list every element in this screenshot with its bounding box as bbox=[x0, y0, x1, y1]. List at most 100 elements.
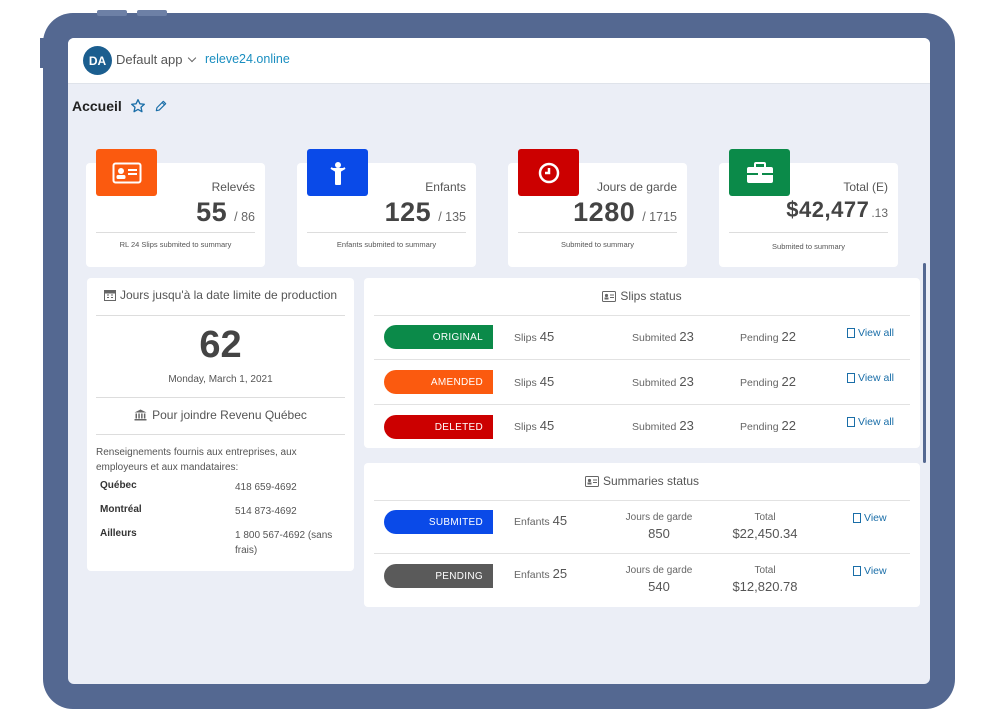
enfants-label: Enfants bbox=[514, 516, 550, 528]
stat-number: 55 bbox=[196, 197, 228, 227]
stat-value: 1280 / 1715 bbox=[573, 197, 677, 228]
contact-phone[interactable]: 514 873-4692 bbox=[235, 504, 345, 519]
deadline-heading: Jours jusqu'à la date limite de producti… bbox=[87, 288, 354, 302]
slips-status-card: Slips status ORIGINAL Slips 45 Submited 23… bbox=[364, 278, 920, 448]
summaries-heading-text: Summaries status bbox=[602, 474, 700, 488]
deadline-card: Jours jusqu'à la date limite de producti… bbox=[87, 278, 354, 571]
jours-value: 540 bbox=[648, 579, 670, 594]
view-all-label: View all bbox=[858, 372, 894, 384]
stat-total: / 86 bbox=[234, 210, 255, 224]
summaries-heading: Summaries status bbox=[364, 474, 920, 488]
contact-phone[interactable]: 1 800 567-4692 (sans frais) bbox=[235, 528, 345, 558]
submited-label: Submited bbox=[632, 421, 677, 433]
slips-count: Slips 45 bbox=[514, 418, 554, 433]
divider bbox=[96, 397, 345, 398]
view-link[interactable]: View bbox=[853, 512, 887, 524]
view-all-label: View all bbox=[858, 327, 894, 339]
status-badge: DELETED bbox=[384, 415, 493, 439]
site-link[interactable]: releve24.online bbox=[205, 52, 290, 66]
pending-label: Pending bbox=[740, 421, 779, 433]
divider bbox=[374, 315, 910, 316]
stat-number: 125 bbox=[384, 197, 432, 227]
scrollbar[interactable] bbox=[923, 263, 926, 463]
divider bbox=[374, 553, 910, 554]
view-all-link[interactable]: View all bbox=[847, 372, 894, 384]
enfants-label: Enfants bbox=[514, 569, 550, 581]
enfants-count: Enfants 45 bbox=[514, 513, 567, 528]
slips-value: 45 bbox=[539, 374, 555, 389]
submited-count: Submited 23 bbox=[632, 418, 694, 433]
days-remaining: 62 bbox=[199, 324, 242, 366]
stat-total: / 1715 bbox=[642, 210, 677, 224]
bank-icon bbox=[134, 409, 147, 421]
stat-label: Enfants bbox=[425, 180, 466, 194]
divider bbox=[307, 232, 466, 233]
pending-count: Pending 22 bbox=[740, 329, 796, 344]
status-badge: PENDING bbox=[384, 564, 493, 588]
divider bbox=[96, 315, 345, 316]
view-all-link[interactable]: View all bbox=[847, 327, 894, 339]
calendar-icon bbox=[103, 290, 116, 301]
clock-icon bbox=[518, 149, 579, 196]
jours-cell: Jours de garde 850 bbox=[614, 511, 704, 541]
pencil-icon[interactable] bbox=[154, 99, 168, 113]
divider bbox=[729, 232, 888, 233]
jours-label: Jours de garde bbox=[625, 512, 693, 523]
contact-heading: Pour joindre Revenu Québec bbox=[87, 408, 354, 422]
document-icon bbox=[853, 566, 861, 576]
pending-label: Pending bbox=[740, 332, 779, 344]
stat-label: Relevés bbox=[211, 180, 255, 194]
pending-count: Pending 22 bbox=[740, 418, 796, 433]
divider bbox=[374, 500, 910, 501]
divider bbox=[96, 434, 345, 435]
enfants-value: 25 bbox=[552, 566, 568, 581]
frame-tab bbox=[137, 10, 167, 16]
pending-value: 22 bbox=[781, 418, 797, 433]
contact-name: Montréal bbox=[100, 504, 142, 515]
stat-decimals: .13 bbox=[871, 206, 888, 220]
divider bbox=[96, 232, 255, 233]
stat-value: 55 / 86 bbox=[196, 197, 255, 228]
deadline-date: Monday, March 1, 2021 bbox=[168, 374, 273, 385]
app-selector[interactable]: Default app bbox=[116, 52, 196, 67]
deadline-heading-text: Jours jusqu'à la date limite de producti… bbox=[119, 288, 338, 302]
pending-count: Pending 22 bbox=[740, 374, 796, 389]
stat-card-jours: Jours de garde 1280 / 1715 Submited to s… bbox=[508, 149, 687, 267]
jours-label: Jours de garde bbox=[625, 565, 693, 576]
id-card-icon bbox=[584, 475, 599, 487]
total-cell: Total $22,450.34 bbox=[720, 511, 810, 541]
document-icon bbox=[847, 373, 855, 383]
stat-footer: Enfants submited to summary bbox=[336, 240, 437, 249]
status-badge: ORIGINAL bbox=[384, 325, 493, 349]
status-badge: SUBMITED bbox=[384, 510, 493, 534]
divider bbox=[374, 359, 910, 360]
submited-label: Submited bbox=[632, 332, 677, 344]
page-header: Accueil bbox=[72, 98, 168, 114]
avatar[interactable]: DA bbox=[83, 46, 112, 75]
slips-value: 45 bbox=[539, 418, 555, 433]
slips-label: Slips bbox=[514, 377, 537, 389]
slips-heading-text: Slips status bbox=[620, 289, 682, 303]
enfants-count: Enfants 25 bbox=[514, 566, 567, 581]
summaries-status-card: Summaries status SUBMITED Enfants 45 Jour… bbox=[364, 463, 920, 607]
stat-label: Total (E) bbox=[843, 180, 888, 194]
contact-heading-text: Pour joindre Revenu Québec bbox=[152, 408, 307, 422]
contact-phone[interactable]: 418 659-4692 bbox=[235, 480, 345, 495]
id-card-icon bbox=[602, 290, 617, 302]
jours-cell: Jours de garde 540 bbox=[614, 564, 704, 594]
slips-label: Slips bbox=[514, 332, 537, 344]
view-link[interactable]: View bbox=[853, 565, 887, 577]
view-all-link[interactable]: View all bbox=[847, 416, 894, 428]
divider bbox=[374, 404, 910, 405]
app-screen: DA Default app releve24.online Accueil R… bbox=[68, 38, 930, 684]
chevron-down-icon bbox=[187, 53, 196, 63]
star-icon[interactable] bbox=[130, 98, 146, 114]
stat-card-releves: Relevés 55 / 86 RL 24 Slips submited to … bbox=[86, 149, 265, 267]
child-icon bbox=[307, 149, 368, 196]
contact-name: Ailleurs bbox=[100, 528, 137, 539]
frame-notch bbox=[40, 38, 44, 68]
stat-card-total: Total (E) $42,477 .13 Submited to summar… bbox=[719, 149, 898, 267]
pending-label: Pending bbox=[740, 377, 779, 389]
document-icon bbox=[847, 417, 855, 427]
pending-value: 22 bbox=[781, 329, 797, 344]
